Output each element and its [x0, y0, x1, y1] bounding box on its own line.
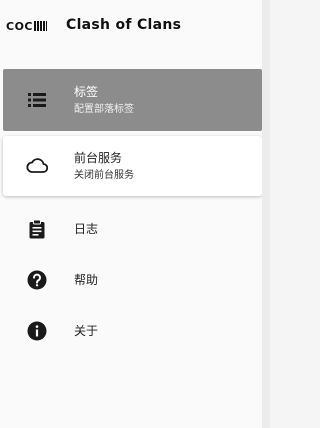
logo-mark-icon [34, 21, 47, 31]
nav-item-help[interactable]: 帮助 [3, 260, 262, 300]
nav-item-sublabel: 关闭前台服务 [74, 169, 134, 181]
app-logo: COC [6, 20, 47, 33]
info-circle-icon [26, 320, 48, 342]
drawer-scrim-edge [262, 0, 270, 428]
nav-item-sublabel: 配置部落标签 [74, 103, 134, 115]
nav-item-label: 前台服务 [74, 150, 123, 165]
app-logo-text: COC [6, 20, 33, 33]
cloud-icon [26, 155, 48, 177]
nav-item-foreground-service-text: 前台服务 关闭前台服务 [74, 150, 134, 183]
nav-item-label: 关于 [74, 324, 99, 338]
nav-item-log[interactable]: 日志 [3, 209, 262, 249]
nav-item-tags-text: 标签 配置部落标签 [74, 84, 134, 117]
help-circle-icon [26, 269, 48, 291]
nav-item-foreground-service[interactable]: 前台服务 关闭前台服务 [3, 136, 262, 196]
nav-item-tags[interactable]: 标签 配置部落标签 [3, 69, 262, 131]
nav-item-label: 帮助 [74, 273, 99, 287]
drawer-header: COC Clash of Clans [0, 0, 262, 58]
nav-item-label: 日志 [74, 222, 99, 236]
clipboard-icon [26, 218, 48, 240]
nav-item-label: 标签 [74, 84, 99, 99]
list-icon [26, 89, 48, 111]
app-title: Clash of Clans [66, 17, 182, 33]
nav-item-about[interactable]: 关于 [3, 311, 262, 351]
navigation-drawer: COC Clash of Clans 标签 配置部落标签 前台服务 关闭前台服务… [0, 0, 262, 428]
